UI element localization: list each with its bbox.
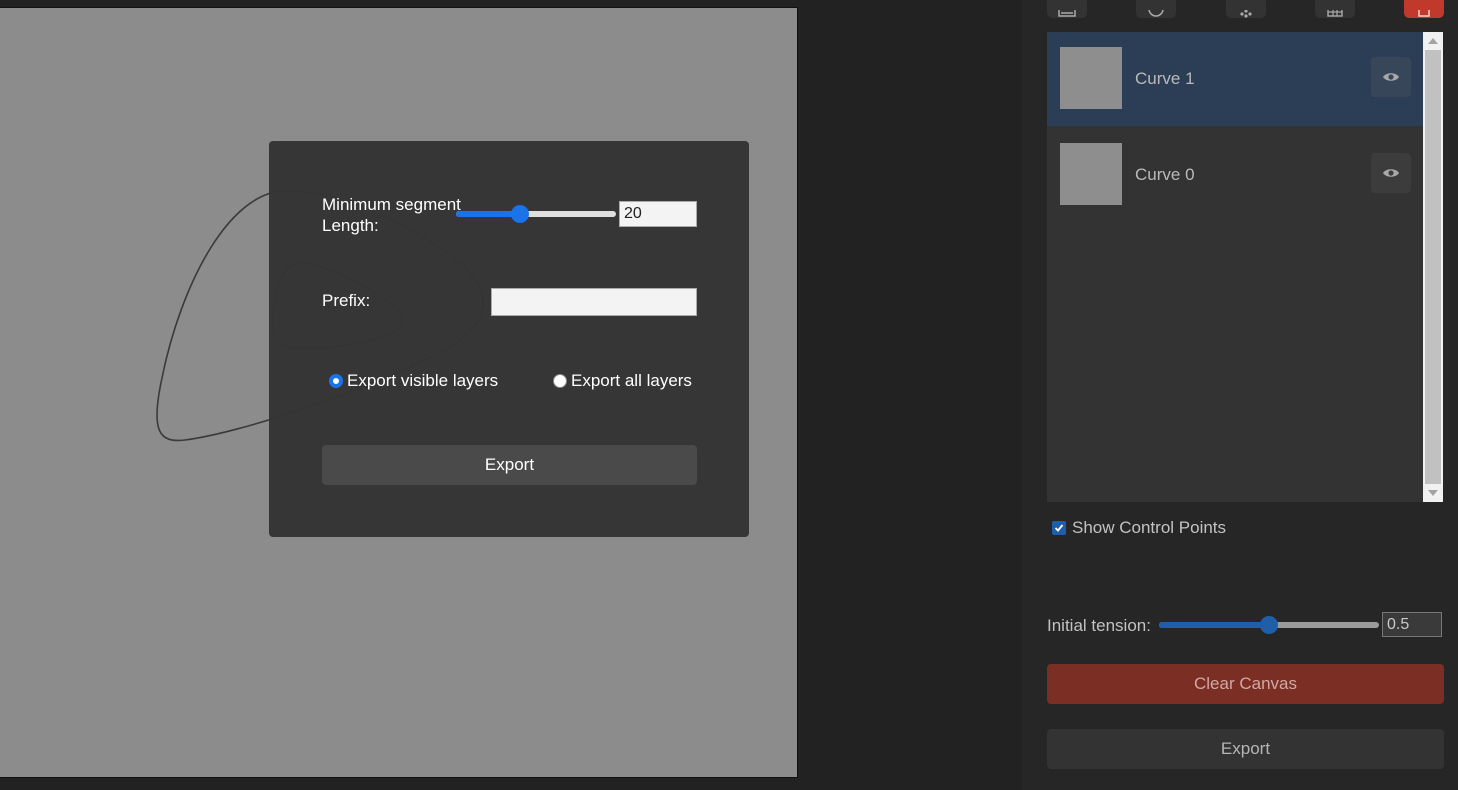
circle-tool-button[interactable]	[1136, 0, 1176, 18]
initial-tension-row: Initial tension: 0.5	[1047, 612, 1444, 638]
layers-scrollbar[interactable]	[1423, 32, 1443, 502]
sidebar-export-button[interactable]: Export	[1047, 729, 1444, 769]
scroll-down-icon[interactable]	[1428, 490, 1438, 496]
layer-item-curve-1[interactable]: Curve 1	[1047, 32, 1423, 126]
clear-canvas-button[interactable]: Clear Canvas	[1047, 664, 1444, 704]
prefix-input[interactable]	[491, 288, 697, 316]
show-control-points-checkbox[interactable]	[1052, 521, 1066, 535]
initial-tension-fill	[1159, 622, 1269, 628]
layer-visibility-button[interactable]	[1371, 153, 1411, 193]
min-segment-slider-track	[456, 211, 616, 217]
layer-thumbnail	[1060, 143, 1122, 205]
scroll-thumb[interactable]	[1425, 50, 1441, 484]
layer-thumbnail	[1060, 47, 1122, 109]
min-segment-slider[interactable]	[456, 205, 616, 223]
initial-tension-slider[interactable]	[1159, 616, 1379, 634]
layers-panel: Curve 1 Curve 0	[1047, 32, 1423, 502]
points-tool-button[interactable]	[1226, 0, 1266, 18]
radio-visible-label: Export visible layers	[347, 371, 499, 390]
layer-name: Curve 1	[1135, 69, 1195, 88]
min-segment-input[interactable]: 20	[619, 201, 697, 227]
layer-item-curve-0[interactable]: Curve 0	[1047, 128, 1423, 222]
show-control-points-label: Show Control Points	[1072, 518, 1227, 537]
eye-icon	[1383, 169, 1399, 177]
min-segment-slider-thumb[interactable]	[511, 205, 529, 223]
checkmark-icon	[1054, 524, 1064, 532]
initial-tension-thumb[interactable]	[1260, 616, 1278, 634]
radio-visible-button[interactable]	[329, 374, 343, 388]
min-segment-label: Minimum segment Length:	[322, 195, 461, 235]
circle-icon	[1148, 10, 1164, 17]
grid-tool-button[interactable]	[1315, 0, 1355, 18]
eye-icon	[1383, 73, 1399, 81]
show-control-points-toggle[interactable]: Show Control Points	[1052, 518, 1226, 538]
dialog-export-button[interactable]: Export	[322, 445, 697, 485]
image-tool-button[interactable]	[1047, 0, 1087, 18]
prefix-label: Prefix:	[322, 291, 371, 310]
radio-all-label: Export all layers	[571, 371, 692, 390]
export-dialog: Minimum segment Length: 20 Prefix: Expor…	[269, 141, 749, 537]
delete-tool-button[interactable]	[1404, 0, 1444, 18]
trash-icon	[1418, 10, 1430, 17]
layer-name: Curve 0	[1135, 165, 1195, 184]
layer-visibility-button[interactable]	[1371, 57, 1411, 97]
initial-tension-input[interactable]: 0.5	[1382, 612, 1442, 637]
radio-all-button[interactable]	[553, 374, 567, 388]
grid-icon	[1327, 10, 1343, 17]
initial-tension-label: Initial tension:	[1047, 616, 1151, 635]
points-icon	[1240, 10, 1252, 18]
radio-export-visible[interactable]: Export visible layers	[329, 371, 498, 391]
radio-export-all[interactable]: Export all layers	[553, 371, 692, 391]
scroll-up-icon[interactable]	[1428, 38, 1438, 44]
image-icon	[1058, 10, 1076, 17]
